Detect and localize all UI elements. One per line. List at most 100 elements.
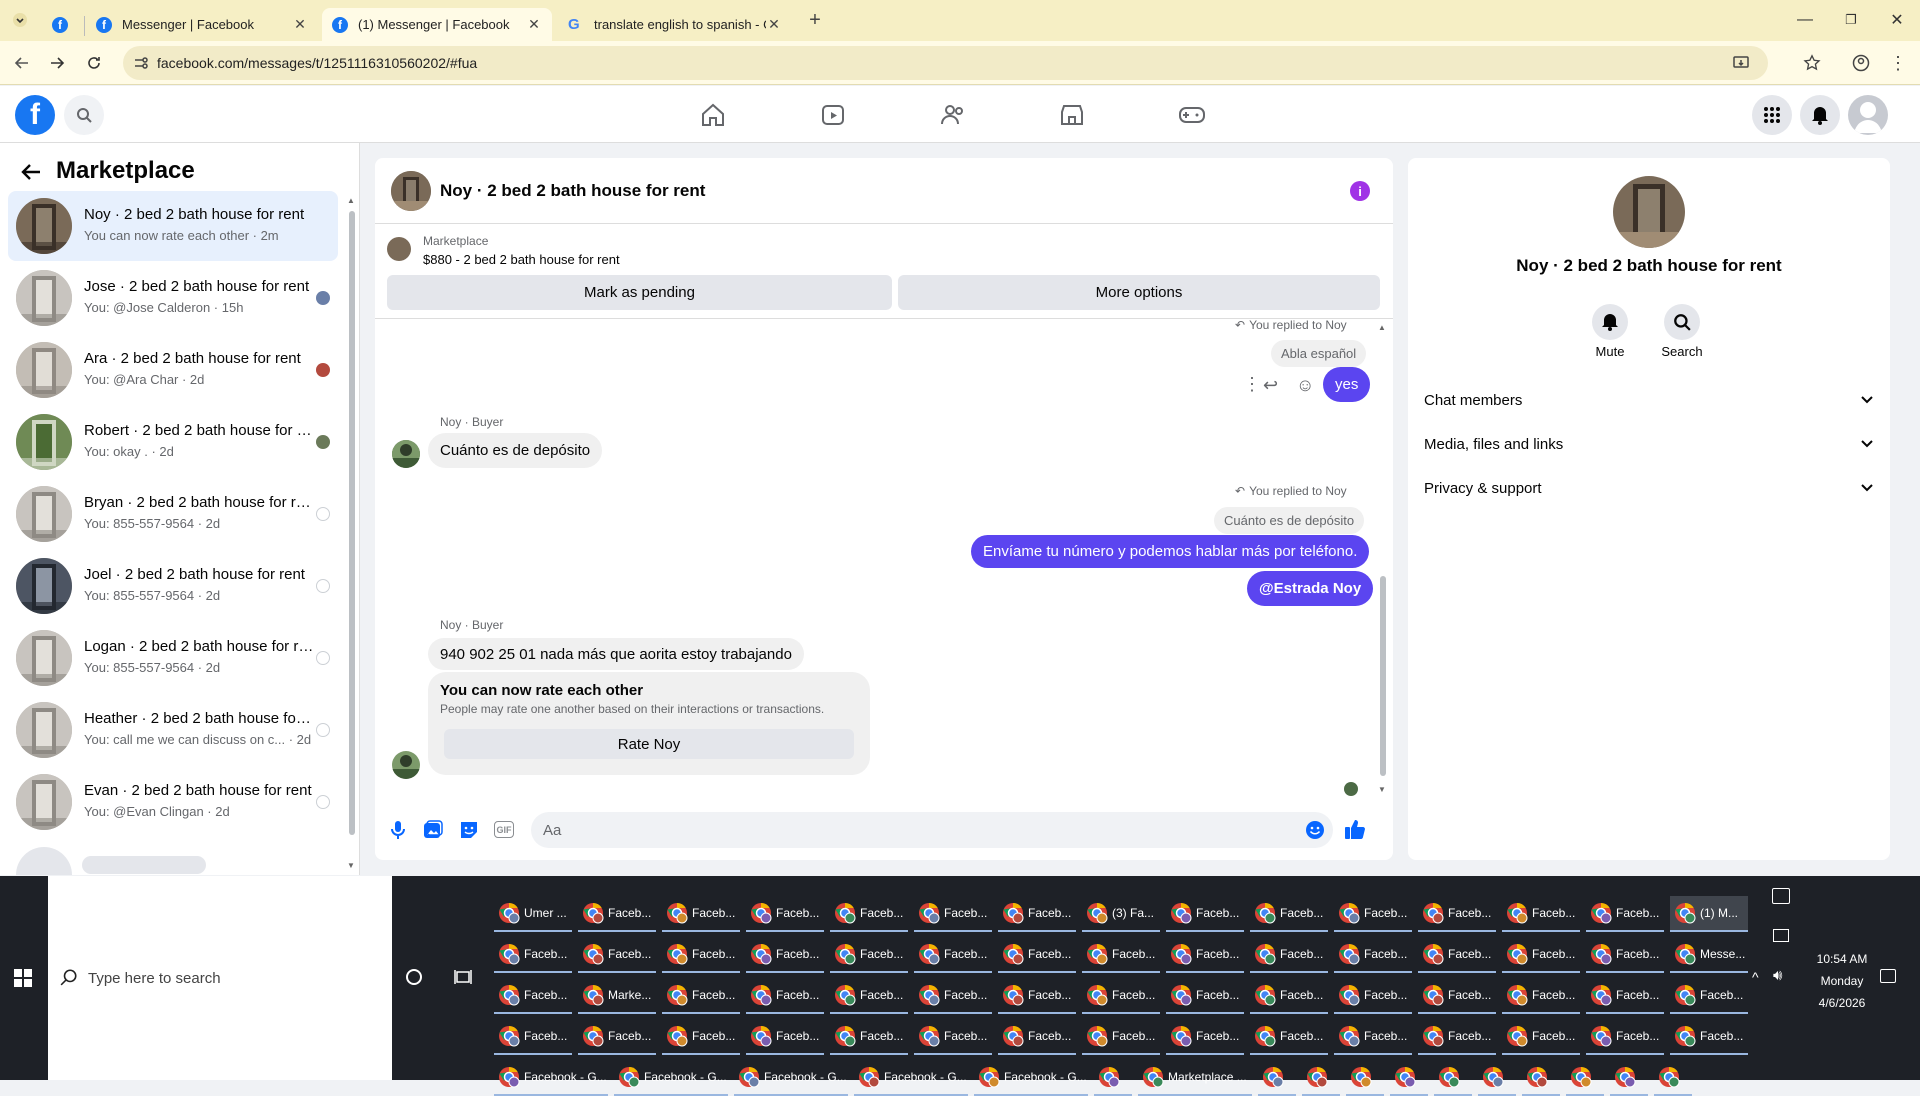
close-window-button[interactable]: ✕ [1884,8,1910,32]
show-hidden-icons-icon[interactable]: ^ [1752,969,1759,985]
taskbar-window-item[interactable]: Faceb... [1586,937,1664,973]
taskbar-window-item[interactable]: Faceb... [1670,978,1748,1014]
url-text[interactable]: facebook.com/messages/t/1251116310560202… [157,55,477,71]
taskbar-window-item[interactable]: Faceb... [830,896,908,932]
taskbar-window-item[interactable]: Faceb... [1586,978,1664,1014]
conversation-item[interactable]: Evan · 2 bed 2 bath house for rent You: @… [8,767,338,837]
gif-icon[interactable]: GIF [494,821,514,838]
taskbar-window-item[interactable] [1478,1060,1516,1096]
attach-photo-icon[interactable] [423,820,443,840]
privacy-support-section[interactable]: Privacy & support [1424,468,1874,508]
taskbar-window-item[interactable]: Faceb... [578,1019,656,1055]
taskbar-window-item[interactable]: Facebook - G... [854,1060,968,1096]
conversation-item[interactable]: Joel · 2 bed 2 bath house for rent You: 8… [8,551,338,621]
taskbar-window-item[interactable]: Messe... [1670,937,1748,973]
taskbar-window-item[interactable] [1302,1060,1340,1096]
taskbar-window-item[interactable]: Faceb... [1418,896,1496,932]
close-tab-icon[interactable]: ✕ [292,16,308,33]
taskbar-window-item[interactable] [1094,1060,1132,1096]
gaming-icon[interactable] [1177,100,1207,130]
quoted-message[interactable]: Cuánto es de depósito [1214,507,1365,534]
taskbar-window-item[interactable]: Faceb... [998,978,1076,1014]
forward-icon[interactable] [45,51,69,75]
taskbar-window-item[interactable]: Faceb... [1166,937,1244,973]
emoji-icon[interactable] [1305,820,1325,840]
friends-icon[interactable] [938,100,968,130]
taskbar-window-item[interactable] [1610,1060,1648,1096]
action-center-icon[interactable] [1880,969,1896,983]
taskbar-window-item[interactable]: Faceb... [830,937,908,973]
sticker-icon[interactable] [459,820,479,840]
taskbar-window-item[interactable]: Faceb... [746,978,824,1014]
conversation-item[interactable]: Robert · 2 bed 2 bath house for rent You:… [8,407,338,477]
back-icon[interactable] [10,51,34,75]
taskbar-window-item[interactable]: (1) M... [1670,896,1748,932]
site-info-icon[interactable] [133,55,149,71]
taskbar-window-item[interactable]: Faceb... [746,937,824,973]
taskbar-window-item[interactable]: Faceb... [662,937,740,973]
taskbar-search-box[interactable]: Type here to search [48,876,392,1080]
quoted-message[interactable]: Abla español [1271,340,1367,367]
taskbar-window-item[interactable]: Faceb... [1586,896,1664,932]
taskbar-window-item[interactable] [1346,1060,1384,1096]
home-icon[interactable] [698,100,728,130]
taskbar-window-item[interactable]: (3) Fa... [1082,896,1160,932]
tab-messenger[interactable]: f Messenger | Facebook ✕ [86,8,318,41]
taskbar-window-item[interactable]: Faceb... [494,937,572,973]
more-options-button[interactable]: More options [898,275,1380,310]
taskbar-window-item[interactable]: Faceb... [914,1019,992,1055]
taskbar-window-item[interactable]: Facebook - G... [974,1060,1088,1096]
rate-noy-button[interactable]: Rate Noy [444,729,854,759]
taskbar-window-item[interactable]: Faceb... [578,896,656,932]
taskbar-window-item[interactable]: Faceb... [1250,978,1328,1014]
listing-title[interactable]: $880 - 2 bed 2 bath house for rent [423,252,620,267]
clock[interactable]: 10:54 AM Monday 4/6/2026 [1800,948,1884,1014]
microphone-icon[interactable] [389,820,407,840]
tab-pinned-facebook[interactable]: f [42,8,82,41]
restore-button[interactable]: ❐ [1838,8,1864,32]
conversation-item[interactable]: Jose · 2 bed 2 bath house for rent You: @… [8,263,338,333]
search-conversation-icon[interactable] [1664,304,1700,340]
start-windows-icon[interactable] [14,969,32,987]
taskbar-window-item[interactable]: Faceb... [1334,978,1412,1014]
conversation-item[interactable]: Heather · 2 bed 2 bath house for rent You… [8,695,338,765]
taskbar-window-item[interactable]: Faceb... [1250,937,1328,973]
facebook-logo-icon[interactable]: f [15,95,55,135]
taskbar-window-item[interactable] [1434,1060,1472,1096]
notification-tray-icon[interactable] [1772,888,1790,904]
chat-avatar[interactable] [391,171,431,211]
taskbar-window-item[interactable]: Faceb... [1502,978,1580,1014]
taskbar-window-item[interactable] [1522,1060,1560,1096]
conversation-item[interactable]: Noy · 2 bed 2 bath house for rent You can… [8,191,338,261]
account-avatar-icon[interactable] [1848,95,1888,135]
taskbar-window-item[interactable]: Faceb... [1082,978,1160,1014]
scroll-up-arrow-icon[interactable]: ▲ [1378,323,1386,332]
taskbar-window-item[interactable]: Facebook - G... [614,1060,728,1096]
cortana-icon[interactable] [406,969,422,985]
taskbar-window-item[interactable]: Faceb... [1082,1019,1160,1055]
taskbar-window-item[interactable]: Faceb... [1166,896,1244,932]
taskbar-window-item[interactable]: Faceb... [1586,1019,1664,1055]
conversation-info-icon[interactable]: i [1350,181,1370,201]
taskbar-window-item[interactable]: Faceb... [494,1019,572,1055]
back-arrow-icon[interactable] [20,162,42,182]
react-emoji-icon[interactable]: ☺ [1296,375,1314,396]
taskbar-window-item[interactable]: Faceb... [914,896,992,932]
taskbar-window-item[interactable]: Faceb... [1082,937,1160,973]
conversation-item[interactable]: Ara · 2 bed 2 bath house for rent You: @A… [8,335,338,405]
taskbar-window-item[interactable]: Faceb... [1670,1019,1748,1055]
taskbar-window-item[interactable] [1566,1060,1604,1096]
taskbar-window-item[interactable] [1258,1060,1296,1096]
taskbar-window-item[interactable]: Faceb... [1166,1019,1244,1055]
taskbar-window-item[interactable]: Faceb... [1334,937,1412,973]
message-bubble-incoming[interactable]: Cuánto es de depósito [428,433,603,468]
taskbar-window-item[interactable]: Faceb... [998,896,1076,932]
taskbar-window-item[interactable]: Faceb... [494,978,572,1014]
taskbar-window-item[interactable]: Faceb... [1502,937,1580,973]
taskbar-window-item[interactable]: Faceb... [1502,1019,1580,1055]
taskbar-window-item[interactable]: Faceb... [1166,978,1244,1014]
taskbar-window-item[interactable]: Faceb... [1250,1019,1328,1055]
address-bar[interactable]: facebook.com/messages/t/1251116310560202… [123,46,1768,80]
taskbar-window-item[interactable]: Faceb... [746,1019,824,1055]
taskbar-window-item[interactable]: Faceb... [830,978,908,1014]
